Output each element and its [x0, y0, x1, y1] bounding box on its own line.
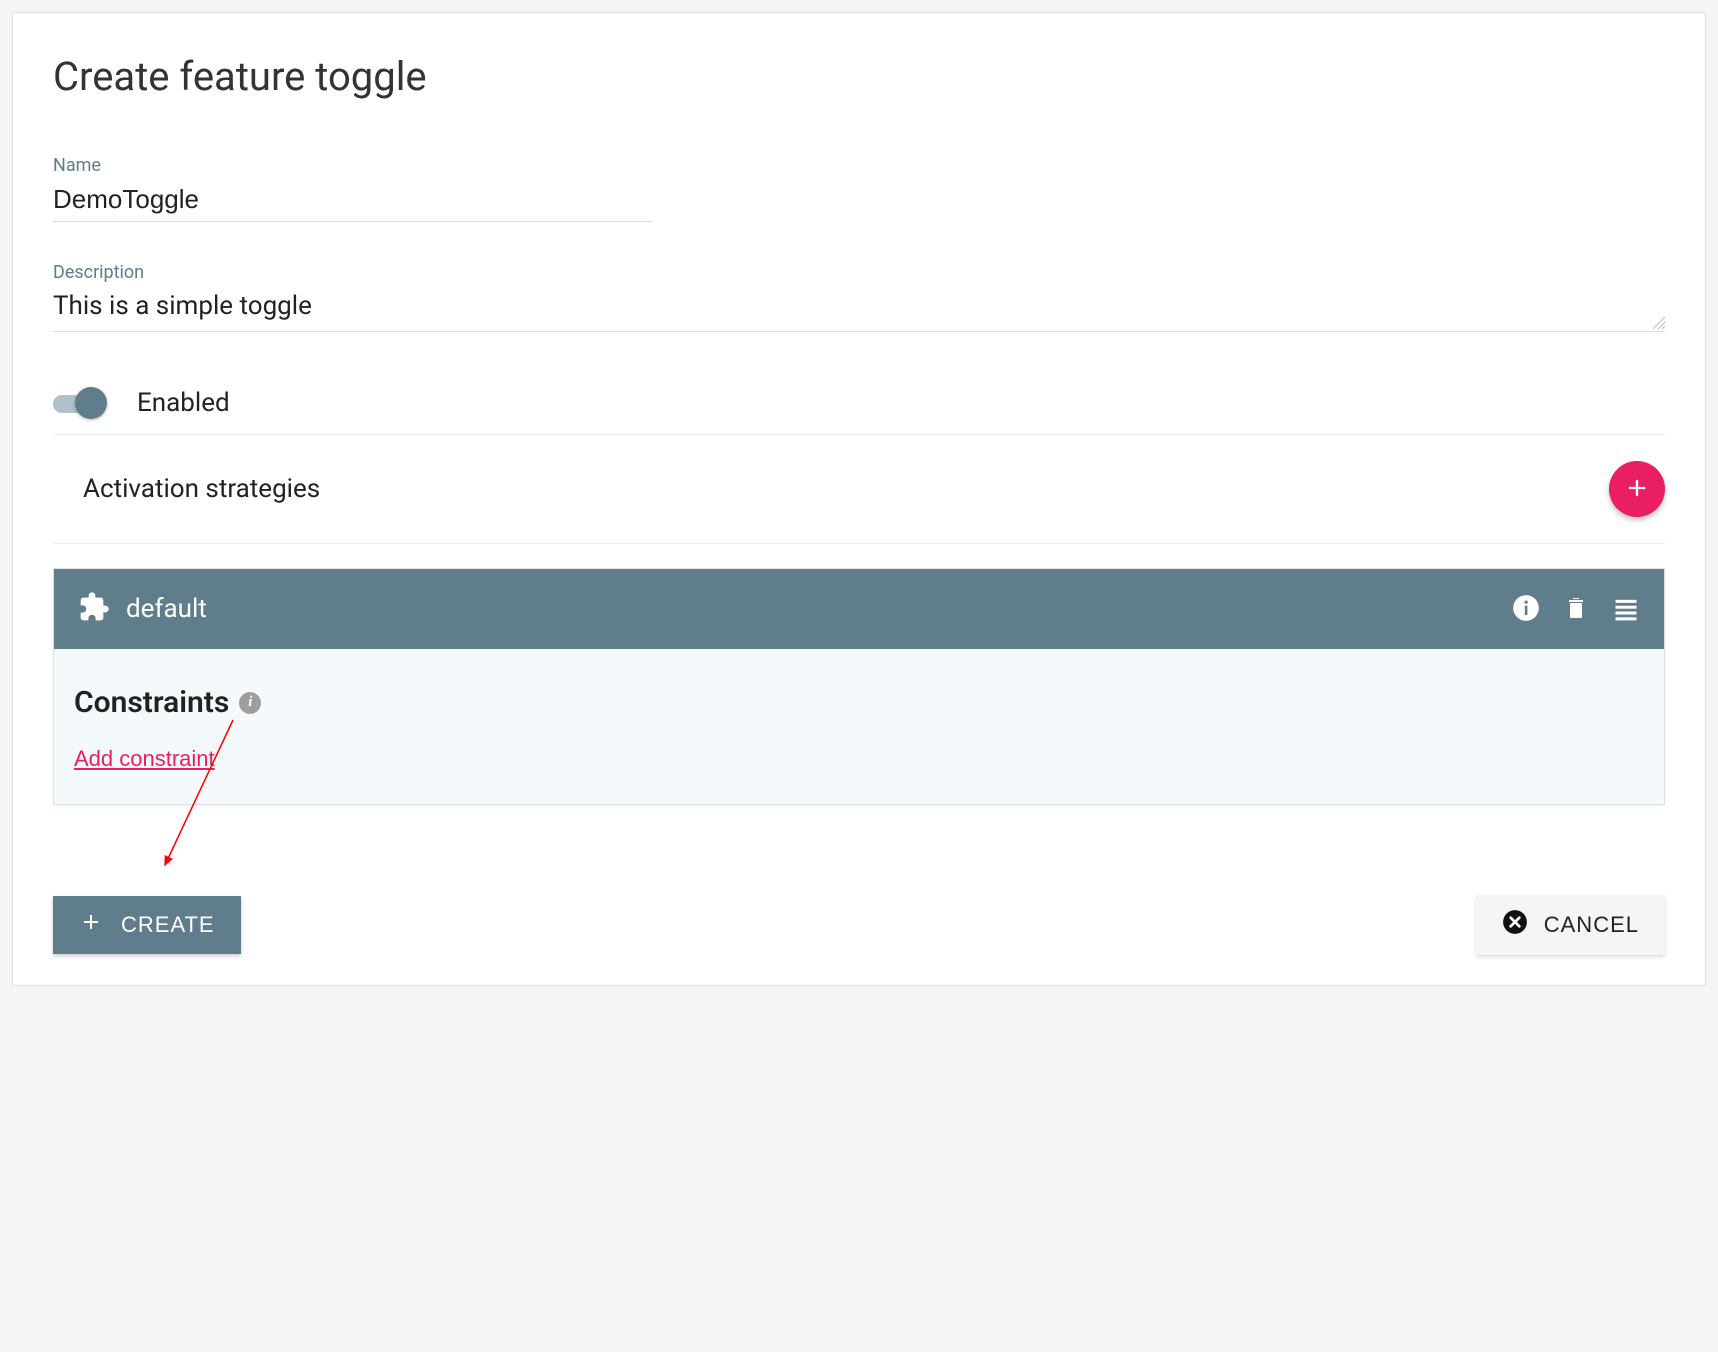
- strategy-body: Constraints i Add constraint: [54, 649, 1664, 804]
- create-toggle-card: Create feature toggle Name Description E…: [12, 12, 1706, 986]
- cancel-button-label: CANCEL: [1544, 912, 1639, 938]
- plus-icon: [1623, 474, 1651, 505]
- plus-icon: [79, 910, 103, 940]
- strategy-reorder-button[interactable]: [1612, 594, 1640, 625]
- info-icon: [1512, 594, 1540, 625]
- page-title: Create feature toggle: [53, 53, 1665, 100]
- strategy-info-button[interactable]: [1512, 594, 1540, 625]
- activation-strategies-title: Activation strategies: [83, 474, 320, 504]
- enabled-switch[interactable]: [53, 386, 109, 420]
- description-label: Description: [53, 262, 1665, 283]
- constraints-title: Constraints: [74, 685, 229, 720]
- cancel-icon: [1502, 909, 1528, 941]
- strategy-card: default: [53, 568, 1665, 805]
- add-constraint-link[interactable]: Add constraint: [74, 746, 215, 772]
- reorder-icon: [1612, 594, 1640, 625]
- puzzle-icon: [78, 591, 110, 627]
- activation-header: Activation strategies: [53, 435, 1665, 544]
- strategy-name: default: [126, 594, 207, 624]
- strategy-actions: [1512, 594, 1640, 625]
- create-button[interactable]: CREATE: [53, 896, 241, 954]
- name-input[interactable]: [53, 180, 653, 222]
- cancel-button[interactable]: CANCEL: [1476, 895, 1665, 955]
- description-field: Description: [53, 262, 1665, 332]
- footer-actions: CREATE CANCEL: [53, 895, 1665, 955]
- strategy-delete-button[interactable]: [1564, 594, 1588, 625]
- add-strategy-button[interactable]: [1609, 461, 1665, 517]
- enabled-label: Enabled: [137, 388, 230, 418]
- enabled-row: Enabled: [53, 372, 1665, 435]
- description-input[interactable]: [53, 287, 1665, 327]
- trash-icon: [1564, 594, 1588, 625]
- strategy-header: default: [54, 569, 1664, 649]
- create-button-label: CREATE: [121, 912, 215, 938]
- name-label: Name: [53, 155, 1665, 176]
- constraints-info-icon[interactable]: i: [239, 692, 261, 714]
- name-field: Name: [53, 155, 1665, 222]
